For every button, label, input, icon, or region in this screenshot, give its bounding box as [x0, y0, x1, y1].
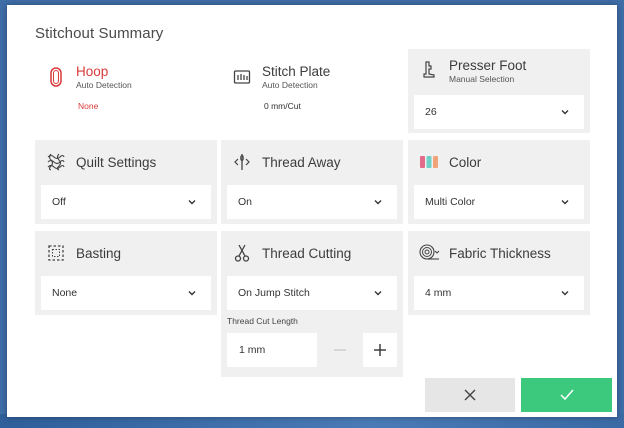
- presser-foot-title: Presser Foot: [449, 58, 527, 73]
- stitch-plate-title: Stitch Plate: [262, 64, 331, 79]
- thread-cutting-title: Thread Cutting: [262, 245, 352, 261]
- hoop-card: Hoop Auto Detection None: [35, 51, 211, 135]
- check-icon: [559, 389, 574, 401]
- decrease-button[interactable]: [323, 333, 357, 367]
- thread-cutting-dropdown[interactable]: On Jump Stitch: [227, 276, 397, 310]
- presser-foot-card: Presser Foot Manual Selection 26: [408, 49, 590, 133]
- thread-cutting-value: On Jump Stitch: [238, 287, 310, 299]
- presser-foot-dropdown[interactable]: 26: [414, 95, 584, 129]
- dialog-title: Stitchout Summary: [35, 25, 164, 42]
- thread-cut-length-label: Thread Cut Length: [227, 316, 298, 326]
- chevron-down-icon: [560, 107, 570, 117]
- basting-title: Basting: [76, 245, 122, 261]
- fabric-roll-icon: [418, 242, 440, 264]
- chevron-down-icon: [560, 288, 570, 298]
- fabric-thickness-title: Fabric Thickness: [449, 245, 551, 261]
- stitch-plate-card: Stitch Plate Auto Detection 0 mm/Cut: [221, 51, 403, 135]
- color-title: Color: [449, 154, 482, 170]
- presser-foot-icon: [418, 60, 440, 82]
- chevron-down-icon: [560, 197, 570, 207]
- chevron-down-icon: [187, 288, 197, 298]
- color-dropdown[interactable]: Multi Color: [414, 185, 584, 219]
- hoop-subtitle: Auto Detection: [76, 80, 132, 90]
- stitch-plate-subtitle: Auto Detection: [262, 80, 318, 90]
- thread-cut-length-field[interactable]: 1 mm: [227, 333, 317, 367]
- fabric-thickness-value: 4 mm: [425, 287, 452, 299]
- basting-icon: [45, 242, 67, 264]
- quilt-settings-value: Off: [52, 196, 66, 208]
- color-spools-icon: [418, 151, 440, 173]
- thread-away-card: Thread Away On: [221, 140, 403, 224]
- thread-away-dropdown[interactable]: On: [227, 185, 397, 219]
- thread-cut-length-value: 1 mm: [239, 344, 266, 356]
- stitch-plate-value: 0 mm/Cut: [264, 101, 301, 111]
- color-value: Multi Color: [425, 196, 476, 208]
- close-icon: [464, 389, 476, 401]
- plus-icon: [374, 344, 386, 356]
- stitch-plate-icon: [231, 66, 253, 88]
- basting-dropdown[interactable]: None: [41, 276, 211, 310]
- quilt-icon: [45, 151, 67, 173]
- hoop-title: Hoop: [76, 64, 109, 79]
- basting-card: Basting None: [35, 231, 217, 315]
- chevron-down-icon: [373, 288, 383, 298]
- quilt-settings-card: Quilt Settings Off: [35, 140, 217, 224]
- presser-foot-subtitle: Manual Selection: [449, 74, 515, 84]
- thread-away-value: On: [238, 196, 253, 208]
- thread-away-icon: [231, 151, 253, 173]
- thread-away-title: Thread Away: [262, 154, 341, 170]
- scissors-icon: [231, 242, 253, 264]
- cancel-button[interactable]: [425, 378, 515, 412]
- minus-icon: [334, 349, 346, 351]
- quilt-settings-title: Quilt Settings: [76, 154, 157, 170]
- confirm-button[interactable]: [521, 378, 612, 412]
- hoop-icon: [45, 66, 67, 88]
- thread-cutting-card: Thread Cutting On Jump Stitch Thread Cut…: [221, 231, 403, 377]
- fabric-thickness-dropdown[interactable]: 4 mm: [414, 276, 584, 310]
- basting-value: None: [52, 287, 78, 299]
- presser-foot-value: 26: [425, 106, 437, 118]
- hoop-value: None: [78, 101, 99, 111]
- color-card: Color Multi Color: [408, 140, 590, 224]
- stitchout-summary-dialog: Stitchout Summary Hoop Auto Detection No…: [7, 5, 617, 417]
- quilt-settings-dropdown[interactable]: Off: [41, 185, 211, 219]
- fabric-thickness-card: Fabric Thickness 4 mm: [408, 231, 590, 315]
- chevron-down-icon: [373, 197, 383, 207]
- chevron-down-icon: [187, 197, 197, 207]
- increase-button[interactable]: [363, 333, 397, 367]
